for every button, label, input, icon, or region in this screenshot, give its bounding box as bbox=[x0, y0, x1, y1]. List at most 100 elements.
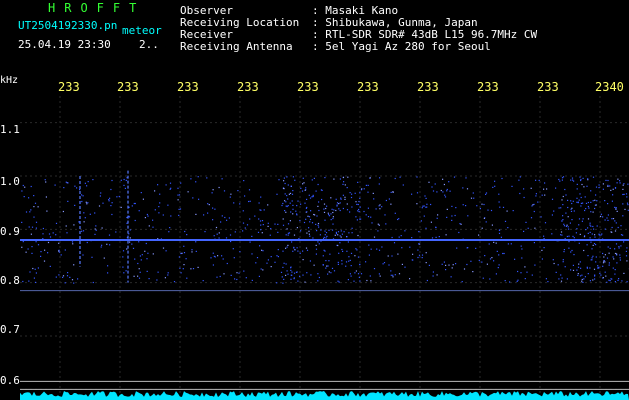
signal-speck bbox=[139, 271, 141, 273]
signal-speck bbox=[306, 211, 308, 213]
signal-speck bbox=[391, 236, 393, 239]
signal-speck bbox=[100, 246, 102, 248]
signal-speck bbox=[598, 187, 600, 189]
signal-speck bbox=[322, 255, 324, 257]
signal-speck bbox=[595, 186, 598, 188]
signal-speck bbox=[282, 224, 285, 226]
signal-speck bbox=[45, 196, 47, 198]
signal-speck bbox=[87, 202, 89, 204]
signal-speck bbox=[325, 232, 328, 234]
signal-speck bbox=[204, 231, 206, 233]
signal-speck bbox=[625, 193, 628, 195]
signal-speck bbox=[560, 207, 562, 209]
signal-speck bbox=[570, 179, 572, 181]
signal-speck bbox=[444, 194, 446, 196]
signal-speck bbox=[461, 281, 463, 283]
signal-speck bbox=[451, 219, 453, 221]
signal-speck bbox=[300, 230, 302, 232]
signal-speck bbox=[292, 213, 294, 215]
signal-speck bbox=[183, 245, 185, 247]
signal-speck bbox=[55, 234, 57, 236]
signal-speck bbox=[580, 196, 582, 199]
signal-speck bbox=[118, 195, 120, 198]
signal-speck bbox=[43, 260, 46, 262]
signal-speck bbox=[318, 276, 320, 279]
signal-speck bbox=[296, 227, 298, 229]
signal-speck bbox=[579, 176, 581, 178]
signal-speck bbox=[309, 235, 311, 237]
signal-speck bbox=[304, 202, 306, 204]
signal-speck bbox=[286, 195, 288, 197]
signal-speck bbox=[568, 235, 570, 237]
signal-speck bbox=[332, 216, 334, 218]
signal-speck bbox=[354, 255, 356, 257]
signal-speck bbox=[98, 205, 101, 207]
signal-speck bbox=[350, 275, 352, 277]
signal-speck bbox=[591, 248, 593, 250]
signal-speck bbox=[351, 232, 353, 234]
signal-speck bbox=[306, 232, 308, 234]
signal-speck bbox=[481, 261, 483, 263]
signal-speck bbox=[315, 248, 318, 250]
signal-speck bbox=[207, 203, 209, 205]
signal-speck bbox=[318, 243, 320, 245]
signal-speck bbox=[489, 278, 491, 280]
signal-speck bbox=[402, 184, 404, 186]
signal-speck bbox=[588, 207, 590, 209]
signal-speck bbox=[258, 275, 260, 277]
signal-speck bbox=[481, 227, 483, 229]
signal-speck bbox=[399, 176, 401, 178]
signal-speck bbox=[568, 247, 570, 249]
signal-speck bbox=[230, 274, 232, 276]
signal-speck bbox=[390, 191, 392, 193]
signal-speck bbox=[197, 266, 199, 268]
antenna-label: Receiving Antenna bbox=[180, 40, 293, 53]
signal-speck bbox=[242, 222, 245, 224]
signal-speck bbox=[576, 201, 578, 203]
signal-speck bbox=[314, 214, 316, 216]
signal-speck bbox=[626, 202, 629, 204]
signal-speck bbox=[623, 272, 625, 274]
signal-speck bbox=[563, 251, 565, 253]
signal-speck bbox=[195, 250, 197, 252]
signal-speck bbox=[363, 210, 365, 213]
signal-speck bbox=[517, 279, 519, 281]
signal-speck bbox=[495, 242, 497, 244]
signal-speck bbox=[404, 230, 406, 232]
signal-speck bbox=[330, 213, 332, 215]
signal-speck bbox=[328, 260, 330, 262]
signal-speck bbox=[357, 203, 359, 206]
signal-speck bbox=[432, 271, 434, 273]
signal-speck bbox=[404, 266, 406, 268]
signal-speck bbox=[33, 206, 35, 208]
signal-speck bbox=[488, 243, 490, 245]
signal-speck bbox=[382, 263, 384, 265]
signal-speck bbox=[212, 207, 214, 209]
signal-speck bbox=[591, 233, 593, 235]
x-tick-label: 233 bbox=[117, 80, 139, 94]
signal-speck bbox=[390, 270, 392, 272]
signal-speck bbox=[315, 223, 317, 225]
signal-speck bbox=[81, 230, 83, 232]
signal-speck bbox=[109, 244, 111, 246]
signal-speck bbox=[206, 177, 208, 179]
signal-speck bbox=[561, 179, 563, 181]
signal-speck bbox=[187, 191, 189, 193]
signal-speck bbox=[291, 193, 294, 195]
signal-speck bbox=[485, 192, 488, 194]
signal-speck bbox=[326, 235, 328, 237]
signal-speck bbox=[29, 211, 31, 213]
signal-speck bbox=[287, 184, 289, 186]
signal-speck bbox=[338, 281, 340, 283]
signal-speck bbox=[348, 260, 350, 262]
signal-speck bbox=[128, 206, 130, 208]
signal-speck bbox=[567, 226, 569, 228]
signal-speck bbox=[604, 271, 606, 273]
signal-speck bbox=[359, 218, 361, 220]
signal-speck bbox=[432, 275, 434, 277]
signal-speck bbox=[502, 206, 505, 208]
signal-speck bbox=[346, 236, 348, 238]
signal-speck bbox=[251, 235, 253, 237]
signal-speck bbox=[277, 249, 279, 251]
signal-speck bbox=[330, 219, 332, 221]
